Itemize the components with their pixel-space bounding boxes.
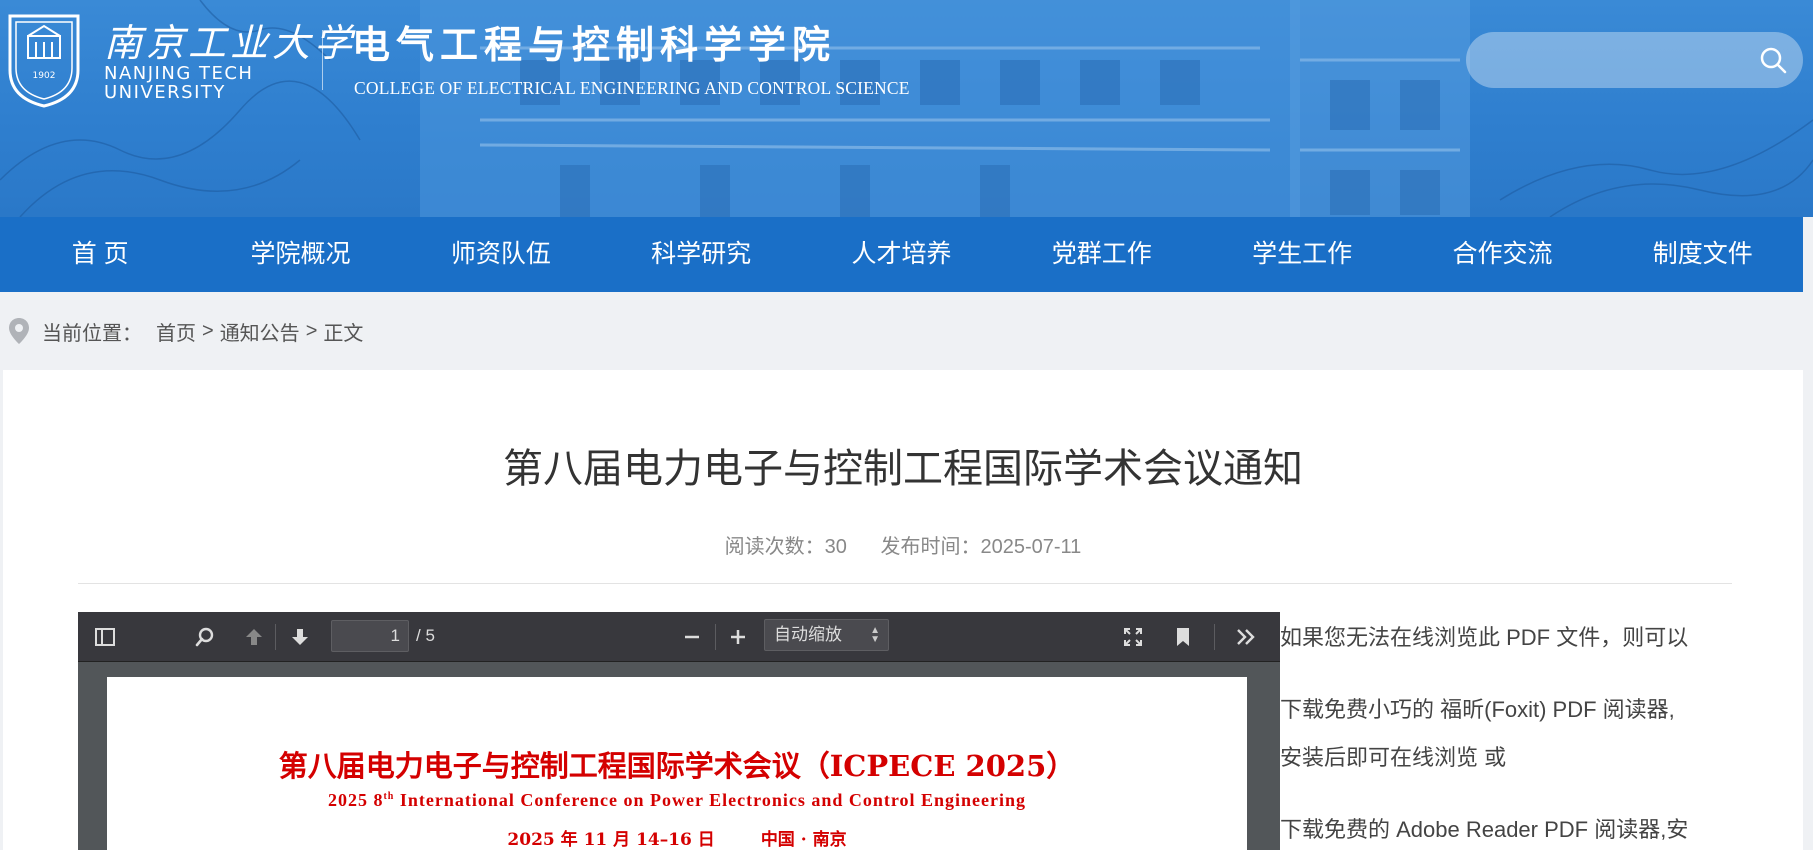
toolbar-divider	[1214, 624, 1215, 650]
pdf-doc-title: 第八届电力电子与控制工程国际学术会议（ICPECE 2025）	[278, 749, 1076, 783]
main-nav: 首 页 学院概况 师资队伍 科学研究 人才培养 党群工作 学生工作 合作交流 制…	[0, 217, 1803, 292]
toolbar-divider	[275, 624, 276, 650]
nav-item-research[interactable]: 科学研究	[601, 217, 801, 292]
publish-date: 发布时间：2025-07-11	[880, 536, 1082, 558]
presentation-mode-icon[interactable]	[1121, 625, 1145, 649]
zoom-out-icon[interactable]	[680, 625, 704, 649]
toolbar-divider	[715, 624, 716, 650]
article-container: 第八届电力电子与控制工程国际学术会议通知 阅读次数：30 发布时间：2025-0…	[3, 370, 1803, 850]
nav-item-about[interactable]: 学院概况	[200, 217, 400, 292]
pdf-doc-location: 中国 · 南京	[760, 830, 847, 850]
help-line-4-adobe-link[interactable]: 下载免费的 Adobe Reader PDF 阅读器,安	[1280, 812, 1688, 844]
select-caret-icon: ▲ ▼	[870, 625, 880, 645]
sidebar-toggle-icon[interactable]	[93, 625, 117, 649]
help-line-2-foxit-link[interactable]: 下载免费小巧的 福昕(Foxit) PDF 阅读器,	[1280, 692, 1675, 724]
pdf-doc-date-location: 2025 年 11 月 14–16 日 中国 · 南京	[107, 825, 1247, 850]
divider	[78, 583, 1732, 584]
header-divider	[322, 30, 323, 90]
zoom-select-value: 自动缩放	[774, 625, 842, 644]
previous-page-icon[interactable]	[242, 625, 266, 649]
bookmark-icon[interactable]	[1171, 625, 1195, 649]
article-meta: 阅读次数：30 发布时间：2025-07-11	[3, 530, 1803, 559]
pdf-toolbar: 1 / 5 自动缩放 ▲ ▼	[78, 612, 1280, 662]
breadcrumb-separator: >	[305, 319, 318, 342]
nav-item-regulations[interactable]: 制度文件	[1603, 217, 1803, 292]
help-line-1: 如果您无法在线浏览此 PDF 文件，则可以	[1280, 625, 1689, 650]
header-banner: 1902 南京工业大学 NANJING TECH UNIVERSITY 电气工程…	[0, 0, 1813, 217]
article-title: 第八届电力电子与控制工程国际学术会议通知	[503, 447, 1303, 491]
breadcrumb-separator: >	[202, 319, 214, 342]
breadcrumb-prefix: 当前位置：	[42, 322, 142, 345]
nav-item-party[interactable]: 党群工作	[1002, 217, 1202, 292]
help-line-3: 安装后即可在线浏览 或	[1280, 745, 1507, 770]
tools-menu-icon[interactable]	[1234, 625, 1258, 649]
breadcrumb: 当前位置： 首页 > 通知公告 > 正文	[0, 292, 1813, 370]
nav-item-education[interactable]: 人才培养	[801, 217, 1001, 292]
college-name-cn: 电气工程与控制科学学院	[352, 22, 837, 67]
nav-item-home[interactable]: 首 页	[0, 217, 200, 292]
breadcrumb-current: 正文	[323, 322, 364, 345]
search-box	[1466, 32, 1803, 88]
pdf-page: 第八届电力电子与控制工程国际学术会议（ICPECE 2025） 2025 8th…	[107, 677, 1247, 850]
next-page-icon[interactable]	[288, 625, 312, 649]
pdf-doc-subtitle: 2025 8th International Conference on Pow…	[327, 790, 1027, 810]
search-icon[interactable]	[1757, 44, 1789, 76]
page-total: / 5	[416, 626, 435, 645]
breadcrumb-home-link[interactable]: 首页	[156, 317, 196, 346]
university-name-cn: 南京工业大学	[104, 21, 357, 65]
nav-item-faculty[interactable]: 师资队伍	[401, 217, 601, 292]
zoom-select[interactable]: 自动缩放 ▲ ▼	[764, 619, 889, 651]
pdf-viewer: 1 / 5 自动缩放 ▲ ▼ 第八届电力电子与控制工程国际学术会议（ICPECE…	[78, 612, 1280, 850]
location-pin-icon	[9, 318, 29, 344]
university-name-en: NANJING TECH UNIVERSITY	[104, 63, 254, 103]
svg-text:1902: 1902	[33, 71, 56, 81]
find-icon[interactable]	[193, 625, 217, 649]
nav-item-cooperation[interactable]: 合作交流	[1402, 217, 1602, 292]
page-number-input[interactable]: 1	[331, 620, 409, 652]
search-input[interactable]	[1486, 32, 1746, 88]
nav-item-students[interactable]: 学生工作	[1202, 217, 1402, 292]
pdf-doc-date: 2025 年 11 月 14–16 日	[507, 830, 715, 850]
zoom-in-icon[interactable]	[726, 625, 750, 649]
views-count: 阅读次数：30	[724, 536, 847, 558]
breadcrumb-notices-link[interactable]: 通知公告	[220, 317, 300, 346]
university-emblem-logo[interactable]: 1902	[6, 12, 82, 108]
college-name-en: COLLEGE OF ELECTRICAL ENGINEERING AND CO…	[354, 78, 910, 98]
